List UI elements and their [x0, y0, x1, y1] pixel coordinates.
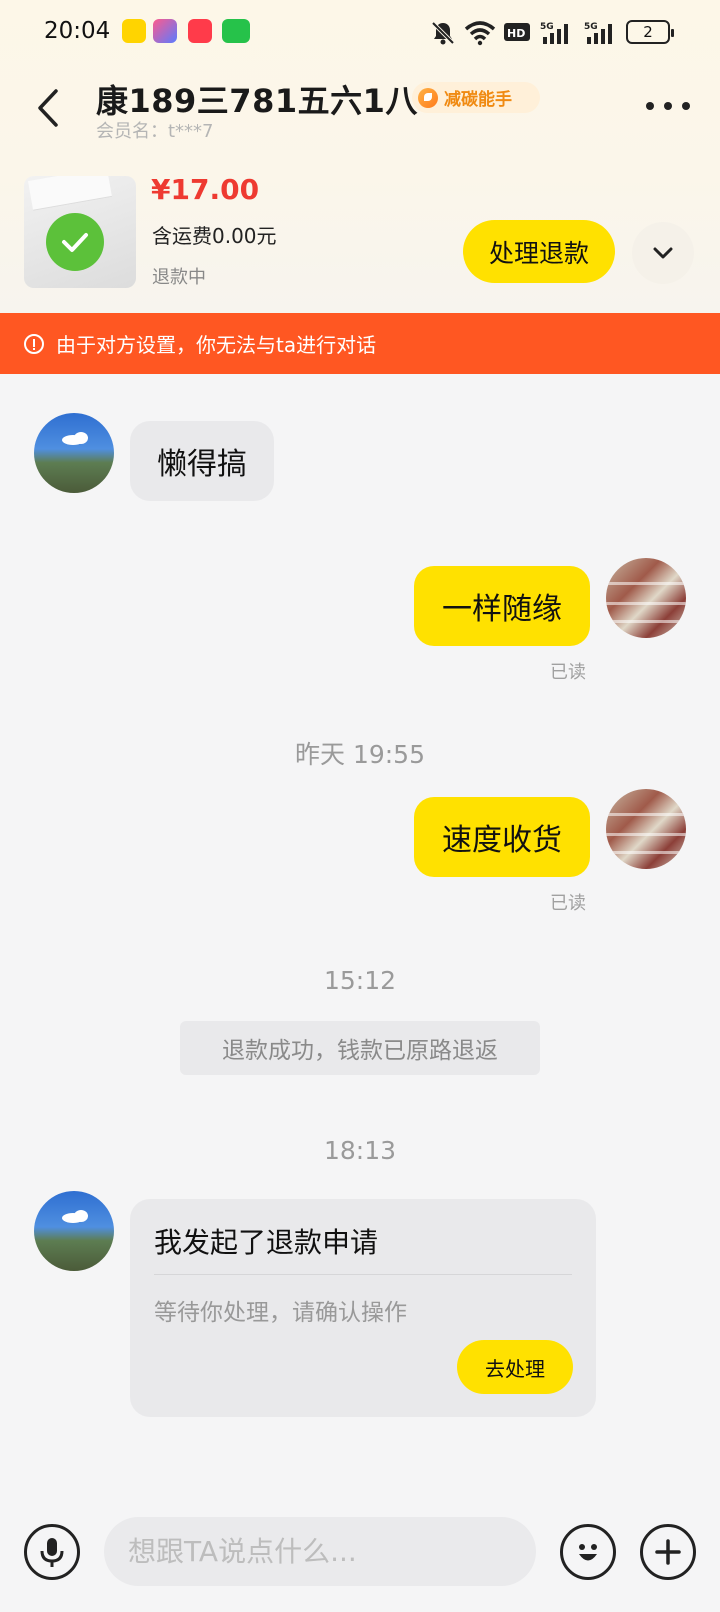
read-receipt: 已读	[550, 893, 586, 914]
chat-app-icon	[222, 19, 250, 43]
microphone-icon	[40, 1538, 64, 1567]
message-bubble-incoming[interactable]: 懒得搞	[130, 421, 274, 501]
process-refund-button[interactable]: 处理退款	[463, 220, 615, 283]
contact-avatar[interactable]	[34, 1191, 114, 1271]
message-input[interactable]	[104, 1517, 536, 1586]
message-text: 一样随缘	[442, 592, 562, 627]
card-divider	[154, 1274, 572, 1275]
shipping-fee: 含运费0.00元	[152, 224, 277, 248]
badge: 减碳能手	[412, 82, 540, 113]
time-separator: 昨天 19:55	[295, 740, 425, 769]
handle-button[interactable]: 去处理	[457, 1340, 573, 1394]
message-bubble-outgoing[interactable]: 速度收货	[414, 797, 590, 877]
mute-bell-icon	[431, 21, 455, 45]
voice-button[interactable]	[24, 1524, 80, 1580]
card-description: 等待你处理，请确认操作	[154, 1300, 407, 1326]
chevron-down-icon	[653, 247, 673, 259]
message-bubble-outgoing[interactable]: 一样随缘	[414, 566, 590, 646]
shortcut-app-icon	[153, 19, 177, 43]
refund-request-card[interactable]: 我发起了退款申请 等待你处理，请确认操作 去处理	[130, 1199, 596, 1417]
badge-label: 减碳能手	[444, 90, 512, 110]
my-avatar[interactable]	[606, 558, 686, 638]
svg-text:5G: 5G	[584, 22, 598, 32]
system-message: 退款成功，钱款已原路退返	[180, 1021, 540, 1075]
svg-text:5G: 5G	[540, 22, 554, 32]
status-time: 20:04	[44, 18, 111, 44]
svg-text:HD: HD	[507, 27, 525, 40]
battery-icon: 2	[626, 20, 674, 44]
status-bar: 20:04 HD 5G 5G 2	[0, 0, 720, 66]
top-area: 20:04 HD 5G 5G 2 康189三781五六1八 减碳能手 会员名：t…	[0, 0, 720, 313]
product-price: ¥17.00	[151, 173, 260, 206]
check-icon	[46, 213, 104, 271]
time-separator: 15:12	[323, 966, 397, 995]
hd-icon: HD	[504, 23, 530, 41]
notice-text: 由于对方设置，你无法与ta进行对话	[56, 333, 377, 357]
read-receipt: 已读	[550, 662, 586, 683]
message-text: 懒得搞	[157, 447, 247, 482]
signal-5g-icon: 5G	[540, 22, 568, 44]
signal-5g-icon-2: 5G	[584, 22, 612, 44]
chat-title: 康189三781五六1八	[96, 82, 418, 120]
emoji-button[interactable]	[560, 1524, 616, 1580]
time-separator: 18:13	[323, 1136, 397, 1165]
contact-avatar[interactable]	[34, 413, 114, 493]
member-name: 会员名：t***7	[96, 121, 214, 142]
product-thumbnail[interactable]	[24, 176, 136, 288]
fish-app-icon	[122, 19, 146, 43]
plus-icon	[655, 1539, 681, 1565]
message-text: 速度收货	[442, 823, 562, 858]
order-status: 退款中	[152, 267, 206, 288]
leaf-icon	[418, 87, 438, 108]
music-app-icon	[188, 19, 212, 43]
back-icon[interactable]	[30, 85, 70, 131]
alert-icon	[24, 333, 44, 354]
card-title: 我发起了退款申请	[154, 1226, 379, 1259]
my-avatar[interactable]	[606, 789, 686, 869]
plus-button[interactable]	[640, 1524, 696, 1580]
battery-level: 2	[643, 23, 653, 41]
expand-button[interactable]	[632, 222, 694, 284]
wifi-icon	[464, 21, 496, 46]
notice-banner: 由于对方设置，你无法与ta进行对话	[0, 313, 720, 374]
emoji-icon	[579, 1544, 597, 1561]
more-options-icon[interactable]	[646, 102, 690, 114]
